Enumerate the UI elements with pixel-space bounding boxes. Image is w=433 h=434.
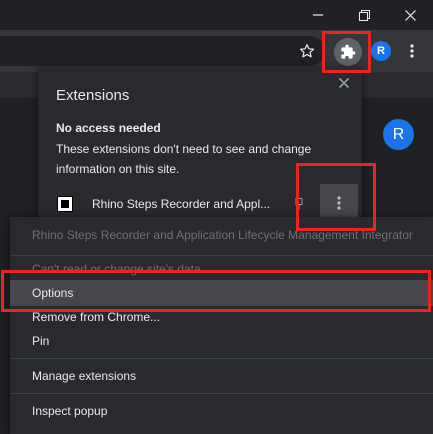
menu-item-pin[interactable]: Pin (10, 328, 433, 354)
bookmark-button[interactable] (292, 36, 322, 66)
menu-separator (10, 393, 433, 394)
menu-item-manage-extensions[interactable]: Manage extensions (10, 363, 433, 389)
popup-title: Extensions (56, 87, 130, 104)
highlight-more-actions (296, 163, 376, 231)
close-icon (404, 9, 416, 21)
popup-close-button[interactable] (336, 75, 352, 91)
highlight-options-item (1, 270, 431, 312)
kebab-menu-icon (410, 44, 414, 58)
menu-item-inspect-popup[interactable]: Inspect popup (10, 398, 433, 424)
address-bar[interactable] (0, 36, 325, 66)
extension-context-menu: Rhino Steps Recorder and Application Lif… (10, 217, 433, 434)
section-heading: No access needed (56, 121, 161, 135)
menu-separator (10, 358, 433, 359)
restore-icon (358, 9, 370, 21)
restore-button[interactable] (341, 0, 387, 30)
minimize-icon (313, 14, 323, 16)
close-window-button[interactable] (387, 0, 433, 30)
title-bar (0, 0, 433, 30)
extension-name[interactable]: Rhino Steps Recorder and Appl... (92, 197, 270, 211)
star-icon (299, 44, 315, 58)
close-icon (339, 78, 349, 88)
page-profile-avatar[interactable]: R (383, 119, 414, 150)
chrome-menu-button[interactable] (397, 36, 427, 66)
minimize-button[interactable] (295, 0, 341, 30)
highlight-extensions-button (322, 31, 371, 73)
profile-avatar[interactable]: R (371, 41, 391, 61)
rhino-extension-icon (57, 196, 73, 212)
